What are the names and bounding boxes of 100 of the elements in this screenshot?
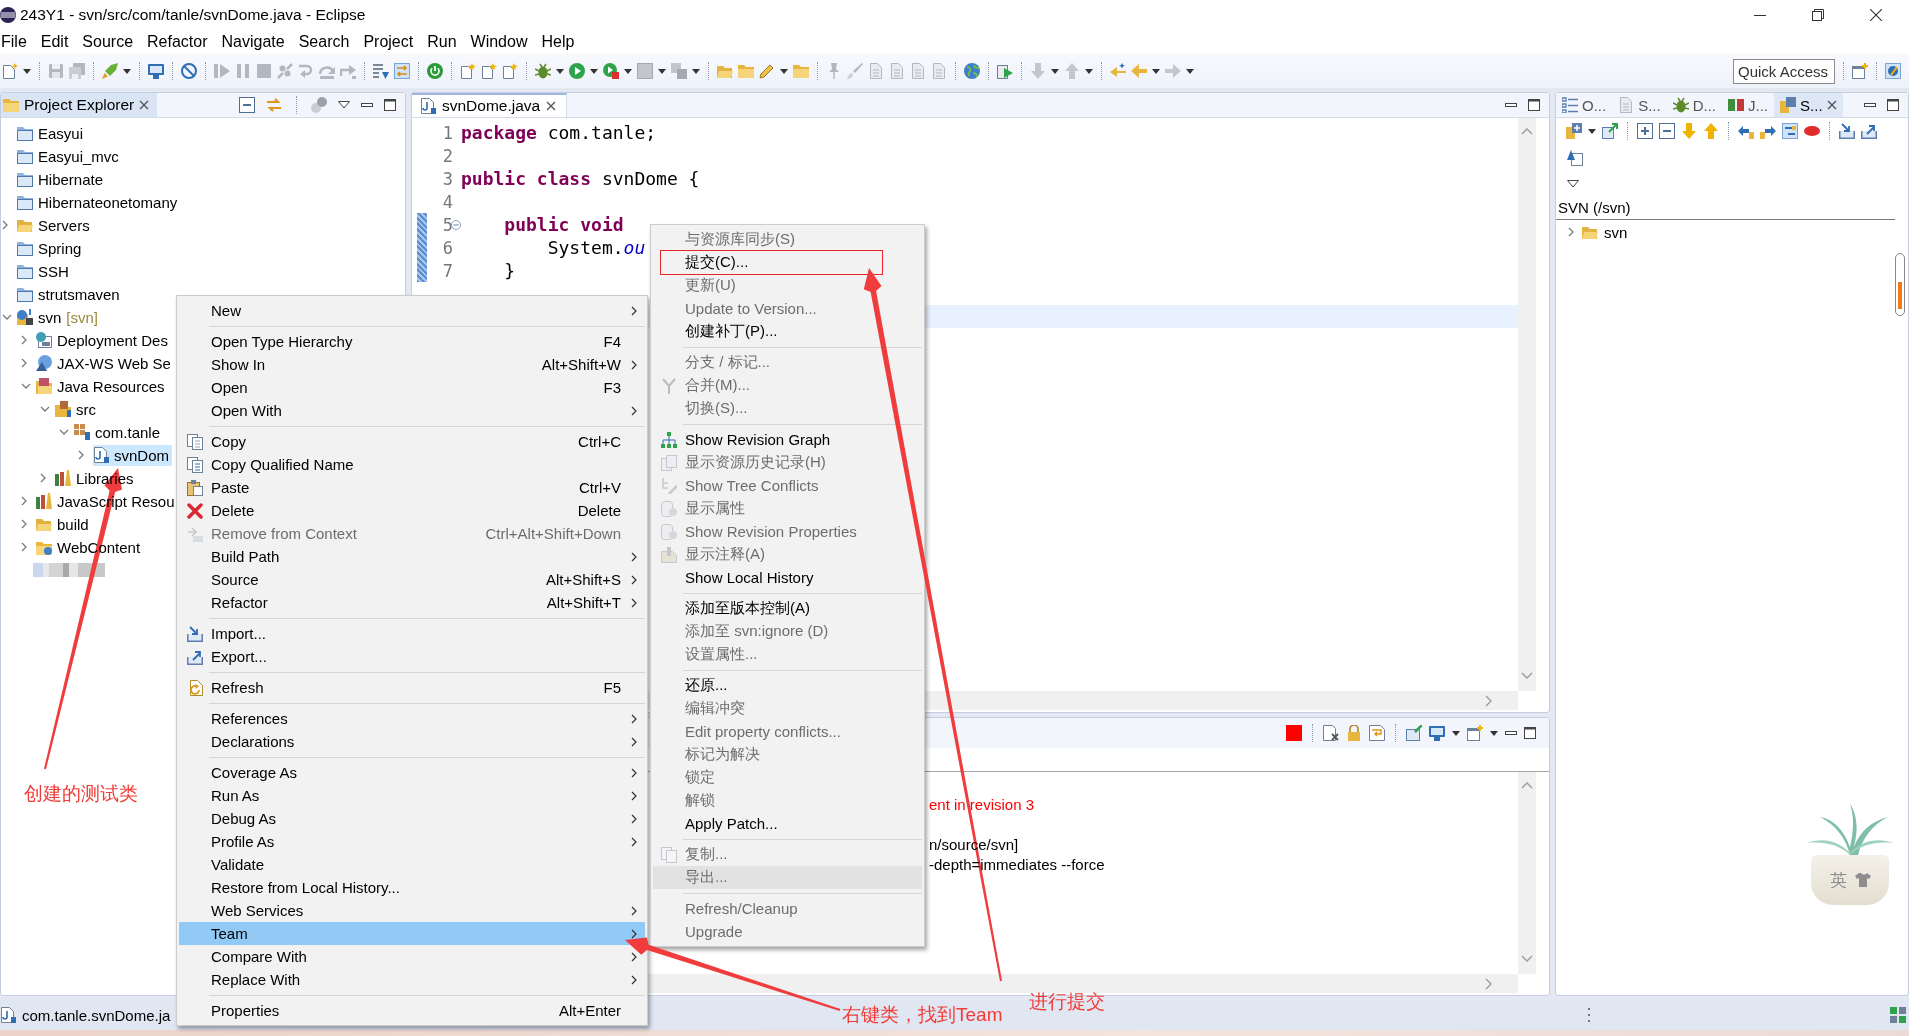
- menu-item[interactable]: Show In Alt+Shift+W: [179, 353, 645, 376]
- chevron-down-icon[interactable]: [40, 406, 50, 412]
- globe-icon[interactable]: [964, 63, 980, 79]
- dropdown-caret-icon[interactable]: [590, 68, 598, 74]
- view-tab[interactable]: D...: [1666, 93, 1723, 117]
- menu-item[interactable]: Refactor Alt+Shift+T: [179, 591, 645, 614]
- document-star-icon[interactable]: [502, 63, 518, 79]
- tree-item[interactable]: Java Resources: [36, 375, 168, 397]
- view-tab[interactable]: Project Explorer: [1, 93, 158, 117]
- view-tab[interactable]: J...: [1722, 93, 1775, 117]
- menu-item[interactable]: Refresh F5: [179, 676, 645, 699]
- view-tab[interactable]: O...: [1556, 93, 1613, 117]
- dropdown-caret-icon[interactable]: [1588, 128, 1596, 134]
- perspective-icon[interactable]: [1885, 63, 1901, 79]
- tree-item[interactable]: Hibernate: [17, 168, 107, 190]
- menu-item[interactable]: Show Local History: [653, 566, 922, 589]
- lock-icon[interactable]: [1346, 725, 1362, 741]
- chevron-right-icon[interactable]: [21, 335, 27, 345]
- dropdown-caret-icon[interactable]: [780, 68, 788, 74]
- tree-item[interactable]: Deployment Des: [36, 329, 171, 351]
- menu-item[interactable]: Paste Ctrl+V: [179, 476, 645, 499]
- oval-icon[interactable]: [1804, 123, 1820, 139]
- chevron-right-icon[interactable]: [78, 450, 84, 460]
- menu-item[interactable]: References: [179, 707, 645, 730]
- coverage-icon[interactable]: [603, 63, 619, 79]
- menu-item[interactable]: Replace With: [179, 968, 645, 991]
- menu-bar-item[interactable]: File: [0, 31, 34, 53]
- dropdown-caret-icon[interactable]: [692, 68, 700, 74]
- vertical-scrollbar[interactable]: [1518, 118, 1536, 691]
- tree-item[interactable]: Hibernateonetomany: [17, 191, 181, 213]
- dropdown-caret-icon[interactable]: [23, 68, 31, 74]
- minimize-icon[interactable]: [1505, 103, 1517, 107]
- minimize-window-icon[interactable]: [1754, 14, 1766, 16]
- tree-item[interactable]: Servers: [17, 214, 93, 236]
- pressed-toggle-icon[interactable]: [394, 63, 410, 79]
- run-arrow-icon[interactable]: [997, 63, 1013, 79]
- open-perspective-icon[interactable]: [1852, 63, 1868, 79]
- add-repository-icon[interactable]: [1566, 123, 1582, 139]
- menu-item[interactable]: Build Path: [179, 545, 645, 568]
- fold-icon[interactable]: [451, 219, 461, 230]
- maximize-icon[interactable]: [1528, 99, 1540, 111]
- minimize-icon[interactable]: [361, 103, 373, 107]
- menu-bar-item[interactable]: Navigate: [214, 31, 292, 53]
- menu-bar-item[interactable]: Search: [291, 31, 357, 53]
- import-icon[interactable]: [1839, 123, 1855, 139]
- tree-item[interactable]: src: [55, 398, 99, 420]
- menu-item[interactable]: Open With: [179, 399, 645, 422]
- view-menu-icon[interactable]: [1567, 180, 1579, 188]
- maximize-icon[interactable]: [384, 99, 396, 111]
- menu-item[interactable]: Coverage As: [179, 761, 645, 784]
- clear-console-icon[interactable]: [1323, 725, 1339, 741]
- tree-item[interactable]: SSH: [17, 260, 72, 282]
- filter-icon[interactable]: [311, 97, 327, 113]
- export-icon[interactable]: [1861, 123, 1877, 139]
- chevron-right-icon[interactable]: [1568, 227, 1574, 237]
- menu-item[interactable]: Restore from Local History...: [179, 876, 645, 899]
- arrow-star-icon[interactable]: [1110, 63, 1126, 79]
- monitor-icon[interactable]: [148, 63, 164, 79]
- scroll-up-icon[interactable]: [1521, 782, 1533, 789]
- chevron-right-icon[interactable]: [21, 496, 27, 506]
- close-window-icon[interactable]: [1870, 9, 1882, 21]
- menu-item[interactable]: Run As: [179, 784, 645, 807]
- menu-item[interactable]: Delete Delete: [179, 499, 645, 522]
- menu-item[interactable]: Web Services: [179, 899, 645, 922]
- menu-item[interactable]: New: [179, 299, 645, 322]
- menu-bar-item[interactable]: Help: [534, 31, 582, 53]
- menu-item[interactable]: Copy Qualified Name: [179, 453, 645, 476]
- menu-item[interactable]: Compare With: [179, 945, 645, 968]
- menu-item[interactable]: Import...: [179, 622, 645, 645]
- chevron-right-icon[interactable]: [21, 542, 27, 552]
- chevron-right-icon[interactable]: [40, 473, 46, 483]
- menu-item[interactable]: Export...: [179, 645, 645, 668]
- menu-item[interactable]: Open F3: [179, 376, 645, 399]
- menu-item[interactable]: Declarations: [179, 730, 645, 753]
- menu-item[interactable]: Copy Ctrl+C: [179, 430, 645, 453]
- menu-bar-item[interactable]: Edit: [33, 31, 76, 53]
- word-wrap-icon[interactable]: [1369, 725, 1385, 741]
- tree-item[interactable]: svn: [1582, 223, 1632, 241]
- scroll-right-icon[interactable]: [1485, 694, 1492, 707]
- view-menu-icon[interactable]: [338, 101, 350, 109]
- dropdown-caret-icon[interactable]: [1085, 68, 1093, 74]
- drag-handle-icon[interactable]: [1588, 1008, 1590, 1022]
- chevron-down-icon[interactable]: [59, 429, 69, 435]
- menu-item[interactable]: 添加至版本控制(A): [653, 597, 922, 620]
- menu-bar-item[interactable]: Refactor: [140, 31, 215, 53]
- dropdown-caret-icon[interactable]: [1186, 68, 1194, 74]
- stacked-squares-icon[interactable]: [671, 63, 687, 79]
- checkout-icon[interactable]: [1602, 123, 1618, 139]
- menu-item[interactable]: Open Type Hierarchy F4: [179, 330, 645, 353]
- view-tab[interactable]: S...: [1612, 93, 1667, 117]
- scrollbar-thumb[interactable]: [1895, 253, 1905, 316]
- run-icon[interactable]: [569, 63, 585, 79]
- close-icon[interactable]: [139, 100, 150, 110]
- collapse-all-icon[interactable]: [1659, 123, 1675, 139]
- quick-access-field[interactable]: Quick Access: [1733, 58, 1835, 84]
- tree-item[interactable]: Easyui_mvc: [17, 145, 122, 167]
- tree-item[interactable]: JAX-WS Web Se: [36, 352, 174, 374]
- right-arrow-node-icon[interactable]: [1760, 123, 1776, 139]
- dropdown-caret-icon[interactable]: [658, 68, 666, 74]
- minimize-icon[interactable]: [1864, 103, 1876, 107]
